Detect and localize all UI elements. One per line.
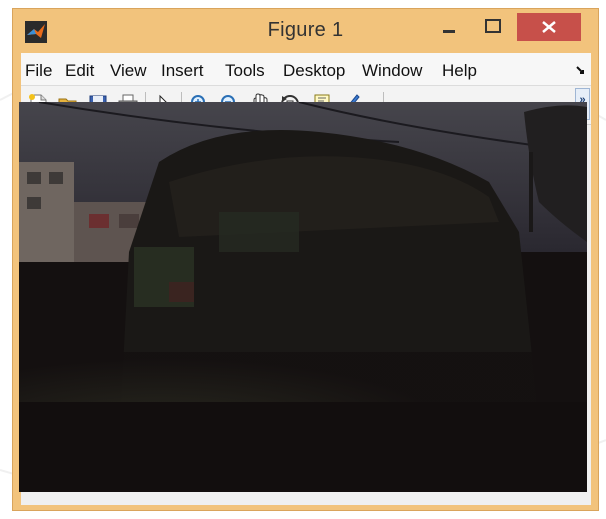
- minimize-button[interactable]: [431, 13, 467, 41]
- menu-window[interactable]: Window: [362, 61, 436, 81]
- title-bar[interactable]: Figure 1: [13, 9, 598, 51]
- menu-tools[interactable]: Tools: [225, 61, 265, 81]
- photo-content: [19, 102, 587, 492]
- figure-image: [19, 102, 587, 492]
- double-arrow-icon[interactable]: [575, 63, 587, 75]
- menu-help[interactable]: Help: [442, 61, 477, 81]
- menu-desktop[interactable]: Desktop: [283, 61, 355, 81]
- close-button[interactable]: [517, 13, 581, 41]
- figure-window: Figure 1 File Edit View Insert Tools Des…: [12, 8, 599, 511]
- menu-view[interactable]: View: [110, 61, 147, 81]
- menu-insert[interactable]: Insert: [161, 61, 204, 81]
- menu-edit[interactable]: Edit: [65, 61, 94, 81]
- maximize-button[interactable]: [475, 13, 511, 41]
- menu-file[interactable]: File: [25, 61, 52, 81]
- menu-bar: File Edit View Insert Tools Desktop Wind…: [21, 53, 591, 86]
